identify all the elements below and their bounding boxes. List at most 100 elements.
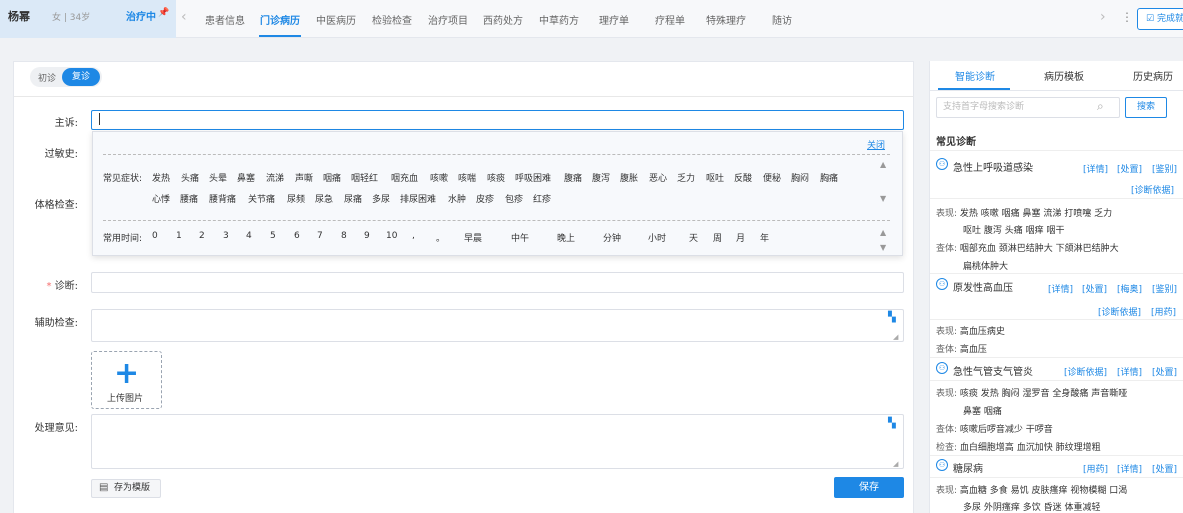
time-chip[interactable]: 7 bbox=[317, 231, 323, 241]
symptom-chip[interactable]: 胸痛 bbox=[820, 171, 838, 184]
symptom-chip[interactable]: 乏力 bbox=[677, 171, 695, 184]
symptom-chip[interactable]: 咽痛 bbox=[323, 171, 341, 184]
time-chip[interactable]: , bbox=[412, 231, 415, 241]
tab-tcm-record[interactable]: 中医病历 bbox=[316, 12, 356, 27]
time-chip[interactable]: 周 bbox=[713, 231, 722, 244]
tab-western-prescription[interactable]: 西药处方 bbox=[483, 12, 523, 27]
diagnostic-basis-link[interactable]: [诊断依据] bbox=[1098, 305, 1141, 318]
diagnostic-basis-link[interactable]: [诊断依据] bbox=[1064, 365, 1107, 378]
template-insert-icon[interactable]: ▚ bbox=[888, 418, 896, 429]
time-chip[interactable]: 3 bbox=[223, 231, 229, 241]
time-chip[interactable]: 9 bbox=[364, 231, 370, 241]
symptom-chip[interactable]: 反酸 bbox=[734, 171, 752, 184]
diagnosis-name[interactable]: 原发性高血压 bbox=[953, 279, 1013, 294]
symptom-chip[interactable]: 腹痛 bbox=[564, 171, 582, 184]
search-icon[interactable]: ⌕ bbox=[1097, 99, 1104, 114]
detail-link[interactable]: [详情] bbox=[1117, 365, 1142, 378]
chief-complaint-input[interactable] bbox=[91, 110, 904, 130]
tab-special-physio[interactable]: 特殊理疗 bbox=[706, 12, 746, 27]
scroll-down-icon[interactable]: ▼ bbox=[880, 243, 886, 252]
symptom-chip[interactable]: 红疹 bbox=[533, 192, 551, 205]
chevron-right-icon[interactable]: › bbox=[1100, 9, 1106, 25]
more-icon[interactable]: ⋮ bbox=[1121, 10, 1133, 24]
time-chip[interactable]: 8 bbox=[341, 231, 347, 241]
symptom-chip[interactable]: 包疹 bbox=[505, 192, 523, 205]
time-chip[interactable]: 小时 bbox=[648, 231, 666, 244]
save-button[interactable]: 保存 bbox=[834, 477, 904, 498]
template-insert-icon[interactable]: ▚ bbox=[888, 312, 896, 323]
symptom-chip[interactable]: 腰痛 bbox=[180, 192, 198, 205]
medication-link[interactable]: [用药] bbox=[1083, 462, 1108, 475]
symptom-chip[interactable]: 腹胀 bbox=[620, 171, 638, 184]
tab-record-template[interactable]: 病历模板 bbox=[1044, 68, 1084, 83]
tab-smart-diagnosis[interactable]: 智能诊断 bbox=[955, 68, 995, 83]
time-chip[interactable]: 。 bbox=[436, 231, 445, 244]
symptom-chip[interactable]: 胸闷 bbox=[791, 171, 809, 184]
tab-outpatient-record[interactable]: 门诊病历 bbox=[260, 12, 300, 27]
tab-physio-order[interactable]: 理疗单 bbox=[599, 12, 629, 27]
aux-exam-textarea[interactable] bbox=[91, 309, 904, 342]
time-chip[interactable]: 10 bbox=[386, 231, 397, 241]
diagnostic-basis-link[interactable]: [诊断依据] bbox=[1131, 183, 1174, 196]
time-chip[interactable]: 0 bbox=[152, 231, 158, 241]
symptom-chip[interactable]: 咽轻红 bbox=[351, 171, 378, 184]
time-chip[interactable]: 天 bbox=[689, 231, 698, 244]
tab-treatment-items[interactable]: 治疗项目 bbox=[428, 12, 468, 27]
diagnosis-name[interactable]: 糖尿病 bbox=[953, 460, 983, 475]
time-chip[interactable]: 年 bbox=[760, 231, 769, 244]
symptom-chip[interactable]: 尿痛 bbox=[344, 192, 362, 205]
symptom-chip[interactable]: 流涕 bbox=[266, 171, 284, 184]
symptom-chip[interactable]: 头痛 bbox=[181, 171, 199, 184]
tab-course-order[interactable]: 疗程单 bbox=[655, 12, 685, 27]
diagnosis-input[interactable] bbox=[91, 272, 904, 293]
symptom-chip[interactable]: 皮疹 bbox=[476, 192, 494, 205]
symptom-chip[interactable]: 咽充血 bbox=[391, 171, 418, 184]
symptom-chip[interactable]: 便秘 bbox=[763, 171, 781, 184]
diagnosis-search-input[interactable]: 支持首字母搜索诊断 bbox=[936, 97, 1120, 118]
differential-link[interactable]: [鉴别] bbox=[1152, 282, 1177, 295]
time-chip[interactable]: 分钟 bbox=[603, 231, 621, 244]
symptom-chip[interactable]: 腹泻 bbox=[592, 171, 610, 184]
return-visit-option[interactable]: 复诊 bbox=[62, 68, 100, 86]
symptom-chip[interactable]: 排尿困难 bbox=[400, 192, 436, 205]
detail-link[interactable]: [详情] bbox=[1083, 162, 1108, 175]
diagnosis-name[interactable]: 急性上呼吸道感染 bbox=[953, 159, 1033, 174]
symptom-chip[interactable]: 发热 bbox=[152, 171, 170, 184]
scroll-up-icon[interactable]: ▲ bbox=[880, 228, 886, 237]
symptom-chip[interactable]: 尿频 bbox=[287, 192, 305, 205]
tab-patient-info[interactable]: 患者信息 bbox=[205, 12, 245, 27]
time-chip[interactable]: 1 bbox=[176, 231, 182, 241]
symptom-chip[interactable]: 呼吸困难 bbox=[515, 171, 551, 184]
symptom-chip[interactable]: 恶心 bbox=[649, 171, 667, 184]
disposal-link[interactable]: [处置] bbox=[1152, 365, 1177, 378]
symptom-chip[interactable]: 多尿 bbox=[372, 192, 390, 205]
first-visit-option[interactable]: 初诊 bbox=[38, 71, 56, 84]
symptom-chip[interactable]: 咳痰 bbox=[487, 171, 505, 184]
time-chip[interactable]: 晚上 bbox=[557, 231, 575, 244]
time-chip[interactable]: 早晨 bbox=[464, 231, 482, 244]
pin-icon[interactable]: 📌 bbox=[158, 8, 169, 18]
symptom-chip[interactable]: 咳喘 bbox=[458, 171, 476, 184]
symptom-chip[interactable]: 关节痛 bbox=[248, 192, 275, 205]
symptom-chip[interactable]: 尿急 bbox=[315, 192, 333, 205]
medication-link[interactable]: [用药] bbox=[1151, 305, 1176, 318]
patient-card[interactable]: 杨幂 女 | 34岁 治疗中 📌 bbox=[0, 0, 176, 38]
diagnosis-name[interactable]: 急性气管支气管炎 bbox=[953, 363, 1033, 378]
time-chip[interactable]: 月 bbox=[736, 231, 745, 244]
chevron-left-icon[interactable]: ‹ bbox=[181, 9, 187, 25]
detail-link[interactable]: [详情] bbox=[1048, 282, 1073, 295]
complete-button[interactable]: ☑ 完成就 bbox=[1137, 8, 1183, 30]
symptom-chip[interactable]: 水肿 bbox=[448, 192, 466, 205]
search-button[interactable]: 搜索 bbox=[1125, 97, 1167, 118]
symptom-chip[interactable]: 咳嗽 bbox=[430, 171, 448, 184]
differential-link[interactable]: [鉴别] bbox=[1152, 162, 1177, 175]
disposal-link[interactable]: [处置] bbox=[1152, 462, 1177, 475]
symptom-chip[interactable]: 心悸 bbox=[152, 192, 170, 205]
resize-handle-icon[interactable]: ◢ bbox=[893, 333, 898, 341]
disposal-link[interactable]: [处置] bbox=[1082, 282, 1107, 295]
symptom-chip[interactable]: 腰背痛 bbox=[209, 192, 236, 205]
resize-handle-icon[interactable]: ◢ bbox=[893, 460, 898, 468]
tab-lab-exam[interactable]: 检验检查 bbox=[372, 12, 412, 27]
treatment-textarea[interactable] bbox=[91, 414, 904, 469]
disposal-link[interactable]: [处置] bbox=[1117, 162, 1142, 175]
